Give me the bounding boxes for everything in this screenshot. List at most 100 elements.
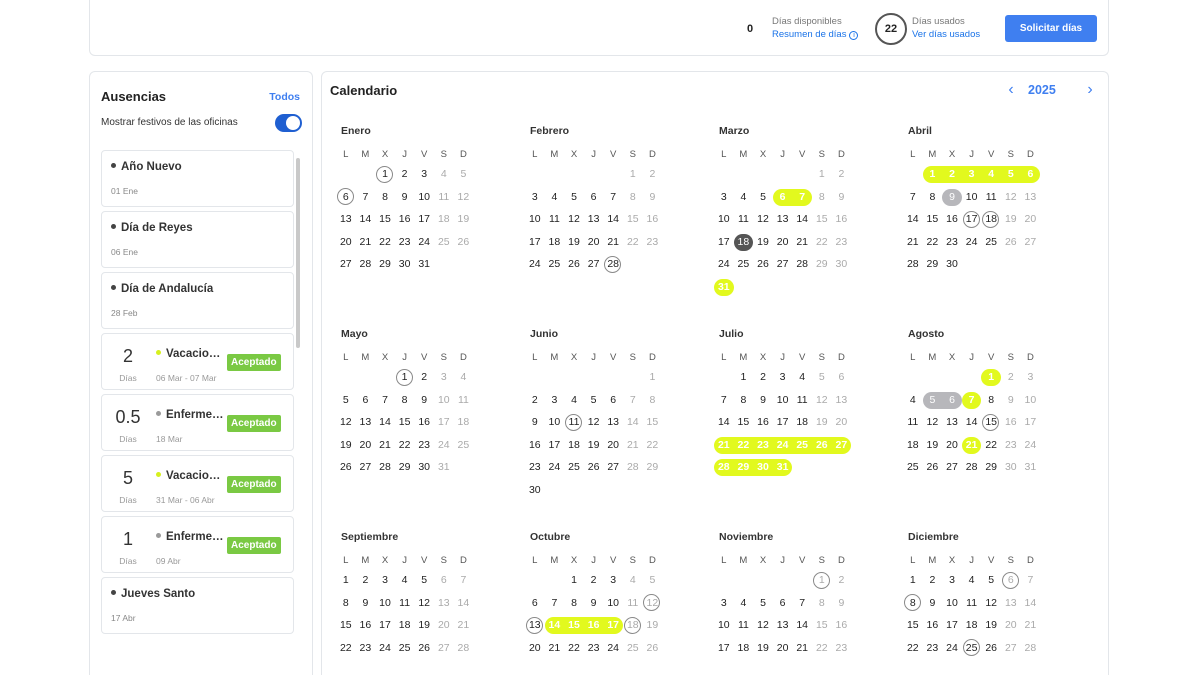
calendar-day[interactable]: 20 [773, 234, 793, 251]
calendar-day[interactable]: 15 [812, 617, 832, 634]
calendar-day[interactable]: 27 [831, 436, 852, 454]
calendar-day[interactable]: 24 [434, 437, 454, 454]
calendar-day[interactable]: 11 [981, 189, 1001, 206]
calendar-day[interactable]: 31 [434, 459, 454, 476]
calendar-day[interactable]: 14 [623, 414, 643, 431]
calendar-day[interactable]: 10 [773, 392, 793, 409]
calendar-day[interactable]: 28 [603, 255, 623, 273]
calendar-day[interactable]: 13 [603, 414, 623, 431]
calendar-day[interactable]: 9 [832, 595, 852, 612]
calendar-day[interactable]: 1 [903, 572, 923, 589]
calendar-day[interactable]: 3 [714, 189, 734, 206]
calendar-day[interactable]: 1 [922, 166, 943, 183]
calendar-day[interactable]: 15 [375, 211, 395, 228]
calendar-day[interactable]: 16 [643, 211, 663, 228]
calendar-day[interactable]: 7 [961, 391, 982, 409]
calendar-day[interactable]: 21 [454, 617, 474, 634]
calendar-day[interactable]: 2 [1001, 369, 1021, 386]
calendar-day[interactable]: 31 [414, 256, 434, 273]
calendar-day[interactable]: 7 [792, 595, 812, 612]
calendar-day[interactable]: 6 [584, 189, 604, 206]
calendar-day[interactable]: 22 [623, 234, 643, 251]
calendar-day[interactable]: 10 [942, 595, 962, 612]
calendar-day[interactable]: 3 [525, 189, 545, 206]
calendar-day[interactable]: 22 [395, 437, 415, 454]
calendar-day[interactable]: 16 [923, 617, 943, 634]
calendar-day[interactable]: 9 [643, 189, 663, 206]
calendar-day[interactable]: 19 [643, 617, 663, 634]
calendar-day[interactable]: 17 [714, 234, 734, 251]
calendar-day[interactable]: 9 [395, 189, 415, 206]
calendar-day[interactable]: 21 [1021, 617, 1041, 634]
calendar-day[interactable]: 31 [1021, 459, 1041, 476]
calendar-day[interactable]: 29 [981, 459, 1001, 476]
calendar-day[interactable]: 27 [356, 459, 376, 476]
calendar-day[interactable]: 21 [545, 640, 565, 657]
calendar-day[interactable]: 20 [584, 234, 604, 251]
calendar-day[interactable]: 19 [753, 234, 773, 251]
calendar-day[interactable]: 25 [564, 459, 584, 476]
calendar-day[interactable]: 8 [564, 595, 584, 612]
show-office-holidays-toggle[interactable] [275, 114, 302, 132]
holiday-item[interactable]: Día de Andalucía 28 Feb [101, 272, 294, 329]
calendar-day[interactable]: 24 [942, 640, 962, 657]
calendar-day[interactable]: 28 [1021, 640, 1041, 657]
calendar-day[interactable]: 26 [753, 256, 773, 273]
calendar-day[interactable]: 15 [981, 413, 1001, 431]
calendar-day[interactable]: 17 [714, 640, 734, 657]
calendar-day[interactable]: 6 [832, 369, 852, 386]
calendar-day[interactable]: 2 [525, 392, 545, 409]
calendar-day[interactable]: 28 [903, 256, 923, 273]
calendar-day[interactable]: 7 [792, 188, 812, 206]
calendar-day[interactable]: 24 [603, 640, 623, 657]
calendar-day[interactable]: 23 [395, 234, 415, 251]
calendar-day[interactable]: 15 [564, 617, 584, 635]
calendar-day[interactable]: 14 [714, 414, 734, 431]
calendar-day[interactable]: 22 [812, 640, 832, 657]
calendar-day[interactable]: 30 [832, 256, 852, 273]
calendar-day[interactable]: 11 [623, 595, 643, 612]
calendar-day[interactable]: 23 [525, 459, 545, 476]
calendar-day[interactable]: 19 [336, 437, 356, 454]
calendar-day[interactable]: 12 [753, 211, 773, 228]
calendar-day[interactable]: 4 [395, 572, 415, 589]
calendar-day[interactable]: 24 [1021, 437, 1041, 454]
calendar-day[interactable]: 4 [734, 189, 754, 206]
calendar-day[interactable]: 8 [336, 595, 356, 612]
calendar-day[interactable]: 17 [962, 210, 982, 228]
calendar-day[interactable]: 6 [942, 391, 962, 409]
calendar-day[interactable]: 18 [733, 233, 754, 251]
calendar-day[interactable]: 16 [832, 211, 852, 228]
calendar-day[interactable]: 16 [525, 437, 545, 454]
calendar-day[interactable]: 14 [792, 211, 812, 228]
calendar-day[interactable]: 4 [434, 166, 454, 183]
calendar-day[interactable]: 27 [773, 256, 793, 273]
calendar-day[interactable]: 21 [961, 436, 982, 454]
calendar-day[interactable]: 2 [584, 572, 604, 589]
calendar-day[interactable]: 27 [942, 459, 962, 476]
calendar-day[interactable]: 10 [962, 189, 982, 206]
calendar-day[interactable]: 25 [981, 234, 1001, 251]
calendar-day[interactable]: 14 [544, 617, 565, 635]
calendar-day[interactable]: 28 [714, 459, 734, 477]
calendar-day[interactable]: 30 [1001, 459, 1021, 476]
calendar-day[interactable]: 1 [623, 166, 643, 183]
calendar-day[interactable]: 30 [395, 256, 415, 273]
calendar-day[interactable]: 1 [812, 571, 832, 589]
calendar-day[interactable]: 26 [564, 256, 584, 273]
calendar-day[interactable]: 15 [643, 414, 663, 431]
calendar-day[interactable]: 9 [414, 392, 434, 409]
calendar-day[interactable]: 24 [545, 459, 565, 476]
calendar-day[interactable]: 25 [734, 256, 754, 273]
calendar-day[interactable]: 5 [643, 572, 663, 589]
calendar-day[interactable]: 12 [564, 211, 584, 228]
calendar-day[interactable]: 25 [395, 640, 415, 657]
calendar-day[interactable]: 29 [733, 459, 754, 477]
calendar-day[interactable]: 19 [1001, 211, 1021, 228]
calendar-day[interactable]: 15 [336, 617, 356, 634]
calendar-day[interactable]: 23 [1001, 437, 1021, 454]
calendar-day[interactable]: 13 [1021, 189, 1041, 206]
calendar-day[interactable]: 17 [434, 414, 454, 431]
calendar-day[interactable]: 13 [773, 617, 793, 634]
calendar-day[interactable]: 5 [812, 369, 832, 386]
